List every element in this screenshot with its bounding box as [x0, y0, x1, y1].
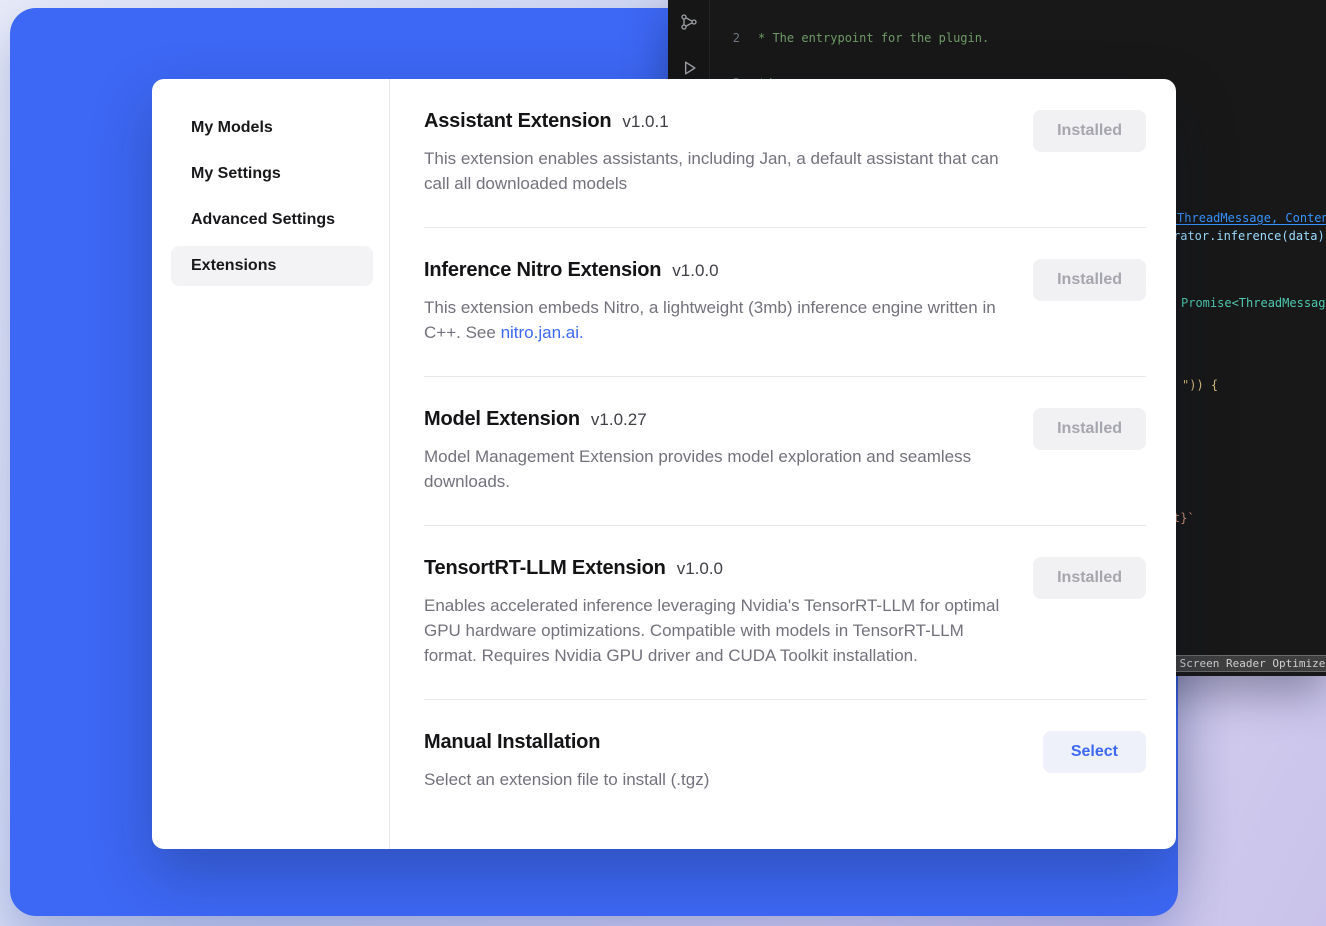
code-fragment: rator.inference(data));: [1173, 229, 1326, 244]
select-button[interactable]: Select: [1043, 731, 1146, 773]
extension-description: Select an extension file to install (.tg…: [424, 767, 1002, 792]
extension-description: This extension enables assistants, inclu…: [424, 146, 1002, 196]
extensions-panel: Assistant Extension v1.0.1 This extensio…: [390, 79, 1176, 849]
screen-reader-badge: Screen Reader Optimized: [1172, 655, 1326, 672]
code-line: 2* The entrypoint for the plugin.: [710, 30, 1326, 47]
stage: 2* The entrypoint for the plugin. 3*/ 4 …: [0, 0, 1326, 926]
extension-description: This extension embeds Nitro, a lightweig…: [424, 295, 1002, 345]
manual-installation-row: Manual Installation Select an extension …: [424, 699, 1146, 823]
extension-version: v1.0.0: [672, 261, 718, 281]
sidebar-item-my-models[interactable]: My Models: [171, 108, 373, 148]
code-fragment: t}`: [1173, 511, 1195, 526]
settings-modal: My Models My Settings Advanced Settings …: [152, 79, 1176, 849]
installed-button[interactable]: Installed: [1033, 557, 1146, 599]
extension-title: Model Extension: [424, 408, 580, 431]
share-graph-icon[interactable]: [677, 10, 701, 34]
extension-title: Inference Nitro Extension: [424, 259, 661, 282]
extension-title: Assistant Extension: [424, 110, 611, 133]
extension-version: v1.0.1: [622, 112, 668, 132]
run-debug-icon[interactable]: [677, 56, 701, 80]
code-fragment: Promise<ThreadMessage>: [1181, 296, 1326, 311]
extension-title: Manual Installation: [424, 731, 600, 754]
installed-button[interactable]: Installed: [1033, 259, 1146, 301]
sidebar-item-advanced-settings[interactable]: Advanced Settings: [171, 200, 373, 240]
nitro-jan-ai-link[interactable]: nitro.jan.ai.: [501, 323, 584, 342]
extension-title: TensortRT-LLM Extension: [424, 557, 666, 580]
extension-row-nitro: Inference Nitro Extension v1.0.0 This ex…: [424, 227, 1146, 376]
extension-row-model: Model Extension v1.0.27 Model Management…: [424, 376, 1146, 525]
installed-button[interactable]: Installed: [1033, 110, 1146, 152]
extension-description: Model Management Extension provides mode…: [424, 444, 1002, 494]
installed-button[interactable]: Installed: [1033, 408, 1146, 450]
extension-version: v1.0.27: [591, 410, 647, 430]
extension-description: Enables accelerated inference leveraging…: [424, 593, 1002, 668]
sidebar-item-extensions[interactable]: Extensions: [171, 246, 373, 286]
settings-sidebar: My Models My Settings Advanced Settings …: [152, 79, 390, 849]
code-fragment: ")) {: [1182, 378, 1218, 393]
editor-status-area: go Screen Reader Optimized: [1150, 654, 1326, 673]
extension-version: v1.0.0: [677, 559, 723, 579]
extension-row-tensorrt: TensortRT-LLM Extension v1.0.0 Enables a…: [424, 525, 1146, 699]
sidebar-item-my-settings[interactable]: My Settings: [171, 154, 373, 194]
extension-row-assistant: Assistant Extension v1.0.1 This extensio…: [424, 79, 1146, 227]
